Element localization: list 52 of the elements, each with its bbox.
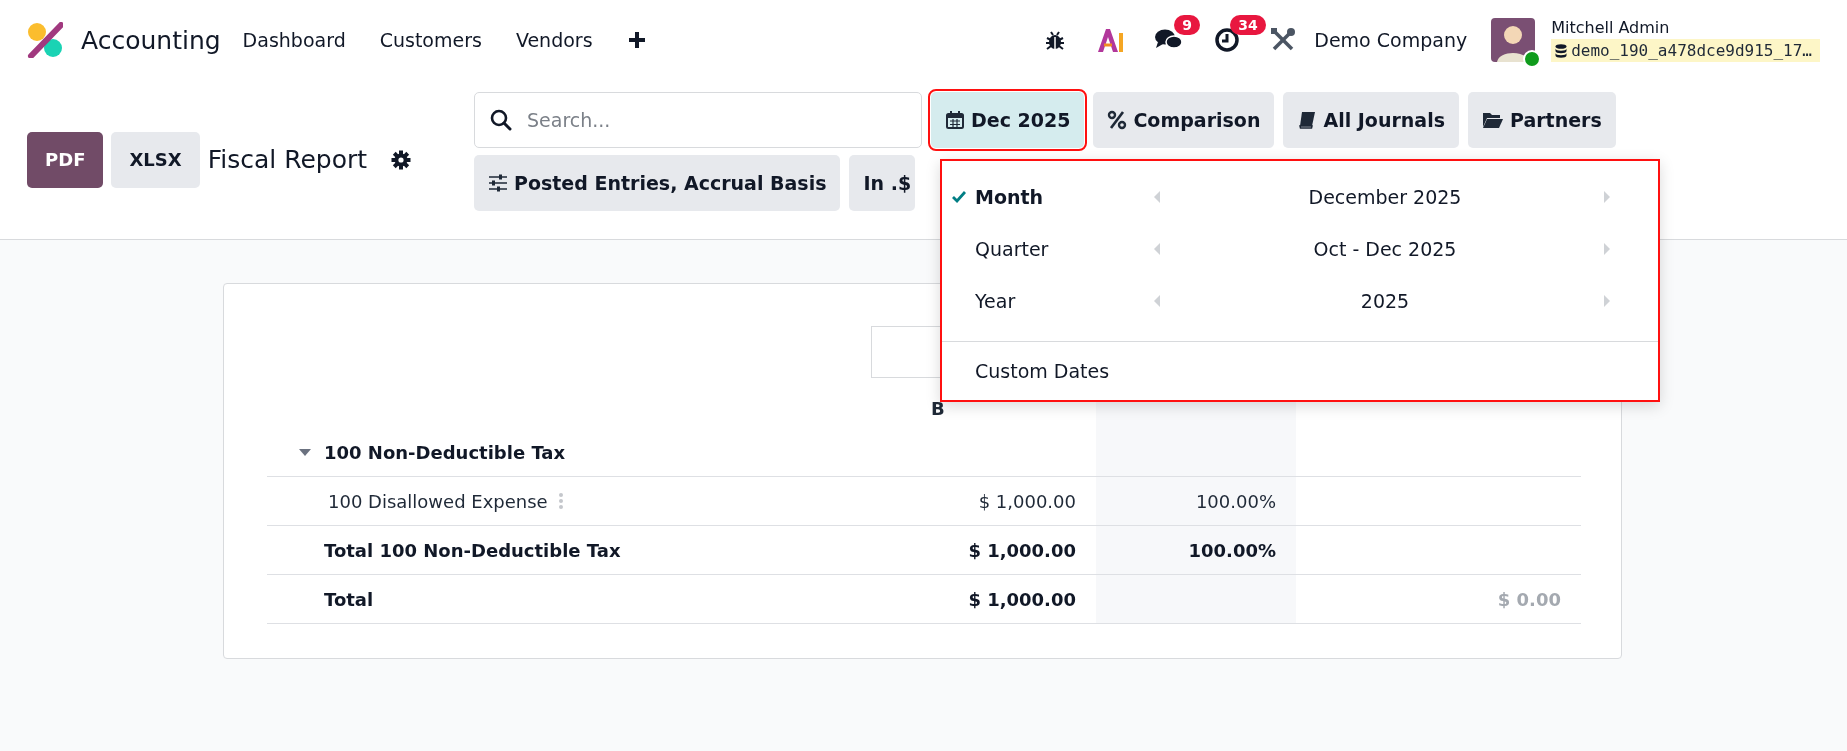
search-icon (490, 109, 512, 131)
amount-cell: $ 1,000.00 (968, 588, 1076, 610)
report-title: Fiscal Report (207, 145, 367, 174)
amount-cell: $ 0.00 (1497, 588, 1561, 610)
total-label: Total 100 Non-Deductible Tax (324, 539, 621, 561)
period-value: 2025 (1360, 290, 1410, 312)
filter-button[interactable]: Comparison (1093, 92, 1275, 148)
period-value: December 2025 (1308, 186, 1462, 208)
total-label: Total (324, 588, 374, 610)
sparkle-logo-icon[interactable] (1096, 27, 1125, 53)
export-button[interactable]: XLSX (111, 131, 200, 188)
menu-item[interactable]: Vendors (515, 29, 593, 51)
plus-icon[interactable] (626, 30, 647, 50)
database-tag: demo_190_a478dce9d915_17… (1551, 39, 1820, 62)
count-badge: 9 (1174, 15, 1201, 35)
shaded-cell: 100.00% (1096, 526, 1296, 575)
bug-icon[interactable] (1044, 29, 1067, 51)
app-name[interactable]: Accounting (81, 25, 221, 55)
shaded-cell: 100.00% (1096, 477, 1296, 526)
amount-cell: $ 1,000.00 (968, 539, 1076, 561)
calendar-icon (945, 110, 965, 130)
clock-icon[interactable] (1214, 27, 1241, 53)
settings-icon[interactable] (391, 149, 411, 170)
custom-dates-option[interactable]: Custom Dates (975, 360, 1110, 382)
period-option[interactable]: Year (975, 290, 1016, 312)
avatar[interactable] (1491, 18, 1536, 62)
account-label[interactable]: 100 Disallowed Expense (328, 490, 548, 512)
book-icon (1297, 110, 1318, 130)
amount-cell: $ 1,000.00 (978, 490, 1076, 512)
company-switcher[interactable]: Demo Company (1314, 29, 1468, 51)
section-label: 100 Non-Deductible Tax (324, 441, 566, 463)
filter-button[interactable]: In .$ (849, 155, 916, 211)
count-badge: 34 (1230, 15, 1266, 35)
column-header: B (931, 397, 945, 419)
menu-item[interactable]: Customers (379, 29, 482, 51)
menu-item[interactable]: Dashboard (242, 29, 346, 51)
search-field[interactable]: Search... (474, 92, 922, 148)
filter-button[interactable]: All Journals (1283, 92, 1459, 148)
export-button[interactable]: PDF (27, 131, 104, 188)
period-value: Oct - Dec 2025 (1313, 238, 1457, 260)
user-name[interactable]: Mitchell Admin (1551, 18, 1820, 37)
filter-button[interactable]: Partners (1467, 92, 1616, 148)
database-icon (1555, 43, 1568, 58)
filter-button[interactable]: Dec 2025 (931, 92, 1085, 148)
percent-icon (1107, 110, 1128, 130)
period-option[interactable]: Month (975, 186, 1044, 208)
sliders-icon (488, 173, 508, 193)
folder-icon (1481, 110, 1504, 130)
tools-icon[interactable] (1270, 27, 1297, 53)
filter-button[interactable]: Posted Entries, Accrual Basis (474, 155, 841, 211)
period-option[interactable]: Quarter (975, 238, 1049, 260)
app-logo-icon[interactable] (27, 22, 63, 58)
